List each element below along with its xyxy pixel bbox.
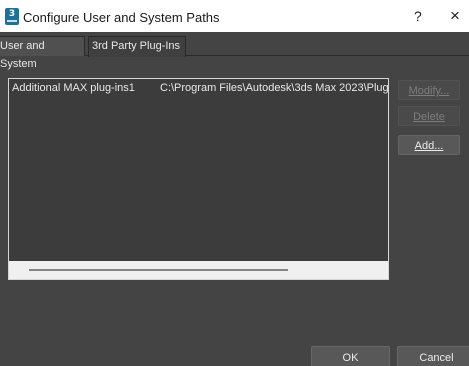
scrollbar-thumb[interactable] bbox=[29, 269, 288, 271]
ok-button[interactable]: OK bbox=[311, 346, 390, 366]
plugin-name: Additional MAX plug-ins1 bbox=[12, 82, 135, 94]
help-button[interactable]: ? bbox=[414, 8, 422, 24]
horizontal-scrollbar[interactable] bbox=[9, 261, 388, 279]
modify-button[interactable]: Modify... bbox=[398, 80, 460, 100]
title-bar: 3 Configure User and System Paths ? × bbox=[0, 0, 469, 32]
app-icon: 3 bbox=[5, 8, 19, 25]
cancel-button[interactable]: Cancel bbox=[397, 346, 469, 366]
tab-3rd-party-plugins[interactable]: 3rd Party Plug-Ins bbox=[88, 36, 186, 57]
list-item[interactable]: Additional MAX plug-ins1 C:\Program File… bbox=[9, 79, 388, 97]
plugin-path-list[interactable]: Additional MAX plug-ins1 C:\Program File… bbox=[8, 78, 389, 280]
tab-user-and-system[interactable]: User and System bbox=[0, 36, 85, 70]
delete-button[interactable]: Delete bbox=[398, 106, 460, 126]
app-icon-label: 3 bbox=[8, 9, 16, 19]
add-button[interactable]: Add... bbox=[398, 135, 460, 155]
window-title: Configure User and System Paths bbox=[23, 10, 220, 25]
plugin-path: C:\Program Files\Autodesk\3ds Max 2023\P… bbox=[160, 82, 388, 94]
close-button[interactable]: × bbox=[450, 6, 469, 26]
tab-strip: User and System bbox=[0, 32, 469, 70]
